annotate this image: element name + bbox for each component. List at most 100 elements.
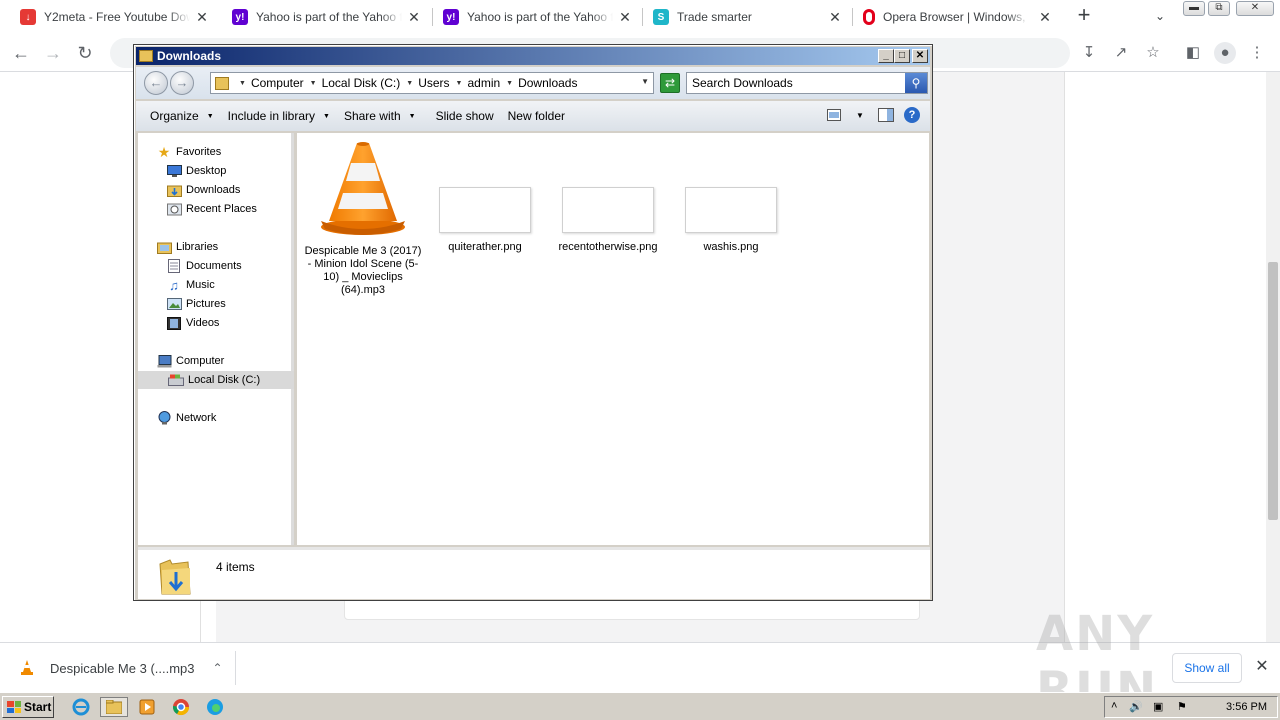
breadcrumb-sep[interactable]: ▼	[310, 80, 322, 87]
libraries-icon	[156, 240, 172, 254]
address-dropdown-icon[interactable]: ▼	[641, 77, 649, 86]
file-item-quiterather[interactable]: quiterather.png	[425, 141, 545, 254]
new-tab-button[interactable]: +	[1072, 4, 1096, 28]
nav-desktop[interactable]: Desktop	[166, 162, 226, 180]
media-player-icon[interactable]	[136, 697, 158, 717]
search-icon[interactable]: ⚲	[905, 73, 927, 93]
maximize-button[interactable]: □	[894, 49, 910, 63]
menu-kebab-icon[interactable]: ⋮	[1246, 42, 1268, 64]
breadcrumb-local-disk[interactable]: Local Disk (C:)	[322, 76, 401, 90]
slide-show-button[interactable]: Slide show	[436, 109, 494, 123]
tab-title: Yahoo is part of the Yahoo family	[467, 10, 613, 24]
minimize-icon[interactable]: ▬	[1183, 1, 1205, 16]
forward-arrow-icon[interactable]: →	[40, 40, 66, 66]
download-item[interactable]: Despicable Me 3 (....mp3 ⌃	[10, 651, 236, 685]
music-note-icon: ♫	[169, 277, 179, 293]
window-titlebar[interactable]: Downloads _ □ ✕	[136, 47, 930, 65]
tray-expand-icon[interactable]: ˄	[1111, 700, 1117, 712]
chrome-icon[interactable]	[170, 697, 192, 717]
image-thumbnail	[439, 187, 531, 233]
explorer-taskbar-icon[interactable]	[100, 697, 128, 717]
new-folder-button[interactable]: New folder	[508, 109, 565, 123]
system-tray: ˄ 🔊 ▣ ⚑ 3:56 PM	[1104, 696, 1278, 718]
breadcrumb-root-arrow[interactable]: ▼	[239, 80, 251, 87]
file-item-washis[interactable]: washis.png	[671, 141, 791, 254]
tab-search-icon[interactable]: ⌄	[1150, 6, 1170, 26]
organize-menu[interactable]: Organize ▼	[150, 109, 214, 123]
side-panel-icon[interactable]: ◧	[1182, 42, 1204, 64]
search-input[interactable]	[687, 73, 905, 93]
breadcrumb-users[interactable]: Users	[418, 76, 449, 90]
details-pane: 4 items	[138, 547, 930, 599]
file-name: washis.png	[703, 241, 759, 253]
bookmark-star-icon[interactable]: ☆	[1142, 42, 1164, 64]
view-dropdown-icon[interactable]: ▼	[852, 107, 868, 123]
file-item-mp3[interactable]: Despicable Me 3 (2017) - Minion Idol Sce…	[303, 141, 423, 297]
nav-pictures[interactable]: Pictures	[166, 295, 226, 313]
search-box: ⚲	[686, 72, 928, 94]
start-button[interactable]: Start	[2, 696, 54, 718]
refresh-icon[interactable]: ⇄	[660, 73, 680, 93]
restore-icon[interactable]: ⧉	[1208, 1, 1230, 16]
close-window-icon[interactable]: ✕	[1236, 1, 1274, 16]
install-app-icon[interactable]: ↧	[1078, 42, 1100, 64]
close-tab-icon[interactable]: ✕	[1037, 9, 1053, 26]
nav-videos[interactable]: Videos	[166, 314, 219, 332]
tab-yahoo-1[interactable]: y! Yahoo is part of the Yahoo family ✕	[212, 0, 432, 34]
tab-y2meta[interactable]: ↓ Y2meta - Free Youtube Downloader ✕	[0, 0, 220, 34]
close-tab-icon[interactable]: ✕	[406, 9, 422, 26]
help-icon[interactable]: ?	[904, 107, 920, 123]
close-tab-icon[interactable]: ✕	[827, 9, 843, 26]
nav-downloads[interactable]: Downloads	[166, 181, 240, 199]
close-tab-icon[interactable]: ✕	[194, 9, 210, 26]
change-view-icon[interactable]	[826, 107, 842, 123]
close-tab-icon[interactable]: ✕	[617, 9, 633, 26]
profile-avatar-icon[interactable]: ●	[1214, 42, 1236, 64]
nav-recent-places[interactable]: Recent Places	[166, 200, 257, 218]
back-button[interactable]: ←	[144, 71, 168, 95]
preview-pane-icon[interactable]	[878, 107, 894, 123]
nav-libraries[interactable]: Libraries	[156, 238, 218, 256]
tab-title: Trade smarter	[677, 10, 752, 24]
share-icon[interactable]: ↗	[1110, 42, 1132, 64]
include-in-library-menu[interactable]: Include in library ▼	[228, 109, 330, 123]
videos-icon	[166, 316, 182, 330]
nav-favorites[interactable]: ★ Favorites	[156, 143, 222, 161]
close-button[interactable]: ✕	[912, 49, 928, 63]
edge-icon[interactable]	[204, 697, 226, 717]
vlc-cone-icon	[21, 660, 33, 675]
yahoo-icon: y!	[232, 9, 248, 25]
tab-opera[interactable]: Opera Browser | Windows, Mac ✕	[843, 0, 1063, 34]
address-breadcrumb[interactable]: ▼ Computer ▼ Local Disk (C:) ▼ Users ▼ a…	[210, 72, 654, 94]
breadcrumb-downloads[interactable]: Downloads	[518, 76, 577, 90]
file-item-recentotherwise[interactable]: recentotherwise.png	[548, 141, 668, 254]
nav-music[interactable]: ♫ Music	[166, 276, 215, 294]
breadcrumb-computer[interactable]: Computer	[251, 76, 304, 90]
page-scrollbar-thumb[interactable]	[1268, 262, 1278, 520]
forward-button[interactable]: →	[170, 71, 194, 95]
nav-local-disk[interactable]: Local Disk (C:)	[138, 371, 294, 389]
breadcrumb-sep[interactable]: ▼	[506, 80, 518, 87]
back-arrow-icon[interactable]: ←	[8, 40, 34, 66]
reload-icon[interactable]: ↻	[72, 40, 98, 66]
breadcrumb-sep[interactable]: ▼	[456, 80, 468, 87]
chevron-up-icon[interactable]: ⌃	[213, 661, 223, 675]
ie-icon[interactable]	[70, 697, 92, 717]
minimize-button[interactable]: _	[878, 49, 894, 63]
action-center-flag-icon[interactable]: ⚑	[1177, 700, 1187, 713]
volume-icon[interactable]: 🔊	[1129, 700, 1143, 713]
network-icon	[156, 411, 172, 425]
breadcrumb-sep[interactable]: ▼	[406, 80, 418, 87]
desktop-icon	[166, 164, 182, 178]
breadcrumb-admin[interactable]: admin	[467, 76, 500, 90]
file-view: Despicable Me 3 (2017) - Minion Idol Sce…	[297, 133, 929, 545]
share-with-menu[interactable]: Share with ▼	[344, 109, 416, 123]
network-tray-icon[interactable]: ▣	[1153, 700, 1163, 713]
downloads-folder-icon	[159, 559, 191, 595]
tab-yahoo-2[interactable]: y! Yahoo is part of the Yahoo family ✕	[423, 0, 643, 34]
tab-trade[interactable]: S Trade smarter ✕	[633, 0, 853, 34]
nav-documents[interactable]: Documents	[166, 257, 242, 275]
nav-network[interactable]: Network	[156, 409, 216, 427]
window-title: Downloads	[157, 49, 222, 63]
nav-computer[interactable]: Computer	[156, 352, 224, 370]
